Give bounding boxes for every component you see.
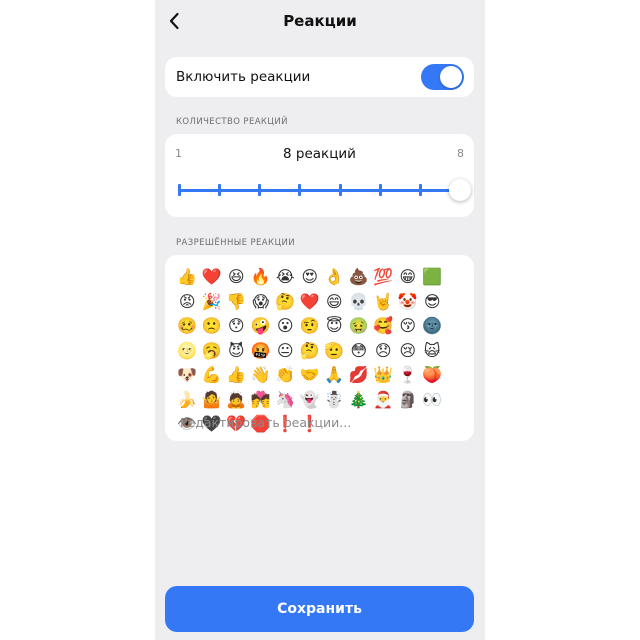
reaction-emoji[interactable]: 👋: [249, 363, 274, 388]
reaction-emoji[interactable]: 🐶: [175, 363, 200, 388]
reaction-emoji[interactable]: ❤️: [200, 265, 225, 290]
slider-max-label: 8: [457, 147, 464, 160]
reaction-emoji[interactable]: 💪: [200, 363, 225, 388]
allowed-reactions-section-header: РАЗРЕШЁННЫЕ РЕАКЦИИ: [176, 238, 295, 248]
toggle-knob: [440, 66, 462, 88]
reaction-emoji[interactable]: 🤔: [298, 339, 323, 364]
reaction-emoji[interactable]: 😡: [175, 290, 200, 315]
reaction-emoji[interactable]: 😮: [273, 314, 298, 339]
reaction-emoji[interactable]: ☃️: [322, 388, 347, 413]
reaction-emoji[interactable]: 👀: [420, 388, 445, 413]
reaction-emoji[interactable]: 🙀: [420, 339, 445, 364]
slider-tick: [298, 184, 302, 196]
reaction-emoji[interactable]: 😐: [273, 339, 298, 364]
reaction-emoji[interactable]: 🤨: [298, 314, 323, 339]
slider-tick: [258, 184, 262, 196]
reaction-emoji[interactable]: 🤡: [396, 290, 421, 315]
reaction-emoji[interactable]: 😚: [396, 314, 421, 339]
reaction-emoji[interactable]: 🍷: [396, 363, 421, 388]
reaction-count-slider[interactable]: [178, 178, 471, 202]
enable-reactions-row: Включить реакции: [165, 57, 474, 97]
reaction-emoji[interactable]: 🤪: [249, 314, 274, 339]
nav-bar: Реакции: [155, 0, 485, 44]
reaction-emoji[interactable]: 🎄: [347, 388, 372, 413]
reaction-emoji[interactable]: 😳: [347, 339, 372, 364]
reaction-emoji[interactable]: 🌚: [420, 314, 445, 339]
reaction-emoji[interactable]: 😢: [396, 339, 421, 364]
reaction-emoji[interactable]: 🤬: [249, 339, 274, 364]
reaction-emoji[interactable]: 😎: [420, 290, 445, 315]
reaction-emoji[interactable]: 🟩: [420, 265, 445, 290]
reaction-emoji[interactable]: 🎉: [200, 290, 225, 315]
enable-reactions-toggle[interactable]: [421, 64, 464, 90]
reaction-emoji[interactable]: 👌: [322, 265, 347, 290]
reaction-emoji[interactable]: 🍑: [420, 363, 445, 388]
slider-tick: [218, 184, 222, 196]
reaction-emoji[interactable]: 😁: [396, 265, 421, 290]
reaction-emoji[interactable]: 😇: [322, 314, 347, 339]
slider-tick: [178, 184, 181, 196]
reaction-emoji[interactable]: 🤢: [347, 314, 372, 339]
reaction-emoji[interactable]: 👻: [298, 388, 323, 413]
edit-reactions-input[interactable]: Редактировать реакции...: [180, 415, 351, 430]
phone-screen: Реакции Включить реакции КОЛИЧЕСТВО РЕАК…: [155, 0, 485, 640]
reaction-emoji[interactable]: 🥴: [175, 314, 200, 339]
slider-tick: [378, 184, 382, 196]
reaction-emoji[interactable]: 💋: [347, 363, 372, 388]
slider-thumb[interactable]: [449, 179, 471, 201]
reaction-emoji[interactable]: 💯: [371, 265, 396, 290]
reaction-emoji[interactable]: 💩: [347, 265, 372, 290]
reaction-emoji[interactable]: 😄: [322, 290, 347, 315]
reaction-emoji[interactable]: 😍: [298, 265, 323, 290]
reaction-emoji[interactable]: 🌝: [175, 339, 200, 364]
reaction-emoji[interactable]: 👏: [273, 363, 298, 388]
reaction-emoji[interactable]: 👍: [224, 363, 249, 388]
slider-tick: [418, 184, 422, 196]
reaction-count-label: 8 реакций: [283, 146, 356, 162]
reaction-emoji[interactable]: 😱: [249, 290, 274, 315]
reaction-emoji[interactable]: 🥱: [200, 339, 225, 364]
allowed-reactions-card: 👍 ❤️ 😆 🔥 😭 😍 👌 💩 💯 😁 🟩 😡 🎉 👎 😱 🤔 ❤️ 😄 💀 🤘 🤡 😎 🥴 🙁 😯 🤪 😮 🤨 😇 🤢 🥰 😚 🌚 🌝 🥱 😈 🤬 😐…: [165, 255, 474, 441]
slider-track: [179, 189, 460, 192]
reaction-emoji[interactable]: 🤷: [200, 388, 225, 413]
reaction-emoji[interactable]: ❤️: [298, 290, 323, 315]
reaction-emoji[interactable]: 😞: [371, 339, 396, 364]
reaction-emoji[interactable]: 🔥: [249, 265, 274, 290]
reaction-emoji[interactable]: 🦄: [273, 388, 298, 413]
reaction-emoji[interactable]: 😈: [224, 339, 249, 364]
reaction-emoji[interactable]: 🤔: [273, 290, 298, 315]
reaction-emoji[interactable]: 🍌: [175, 388, 200, 413]
reaction-emoji[interactable]: 🗿: [396, 388, 421, 413]
reaction-emoji[interactable]: 👎: [224, 290, 249, 315]
enable-reactions-label: Включить реакции: [176, 69, 311, 85]
reaction-emoji[interactable]: 👑: [371, 363, 396, 388]
reaction-count-card: 1 8 реакций 8: [165, 134, 474, 217]
reaction-emoji[interactable]: 🤝: [298, 363, 323, 388]
reaction-emoji[interactable]: 💏: [249, 388, 274, 413]
reaction-emoji[interactable]: 😯: [224, 314, 249, 339]
reaction-emoji[interactable]: 💀: [347, 290, 372, 315]
reaction-emoji[interactable]: 🎅: [371, 388, 396, 413]
page-title: Реакции: [283, 12, 357, 30]
save-button[interactable]: Сохранить: [165, 586, 474, 632]
reaction-count-section-header: КОЛИЧЕСТВО РЕАКЦИЙ: [176, 117, 288, 127]
reaction-emoji[interactable]: 😆: [224, 265, 249, 290]
reaction-emoji[interactable]: 🤘: [371, 290, 396, 315]
reaction-emoji[interactable]: 🫡: [322, 339, 347, 364]
reaction-emoji[interactable]: 😭: [273, 265, 298, 290]
reaction-emoji[interactable]: 🙁: [200, 314, 225, 339]
reaction-emoji[interactable]: 🙏: [322, 363, 347, 388]
reaction-emoji[interactable]: 🙇: [224, 388, 249, 413]
emoji-grid: 👍 ❤️ 😆 🔥 😭 😍 👌 💩 💯 😁 🟩 😡 🎉 👎 😱 🤔 ❤️ 😄 💀 🤘 🤡 😎 🥴 🙁 😯 🤪 😮 🤨 😇 🤢 🥰 😚 🌚 🌝 🥱 😈 🤬 😐…: [175, 265, 465, 437]
slider-tick: [338, 184, 342, 196]
reaction-emoji[interactable]: 🥰: [371, 314, 396, 339]
reaction-emoji[interactable]: 👍: [175, 265, 200, 290]
